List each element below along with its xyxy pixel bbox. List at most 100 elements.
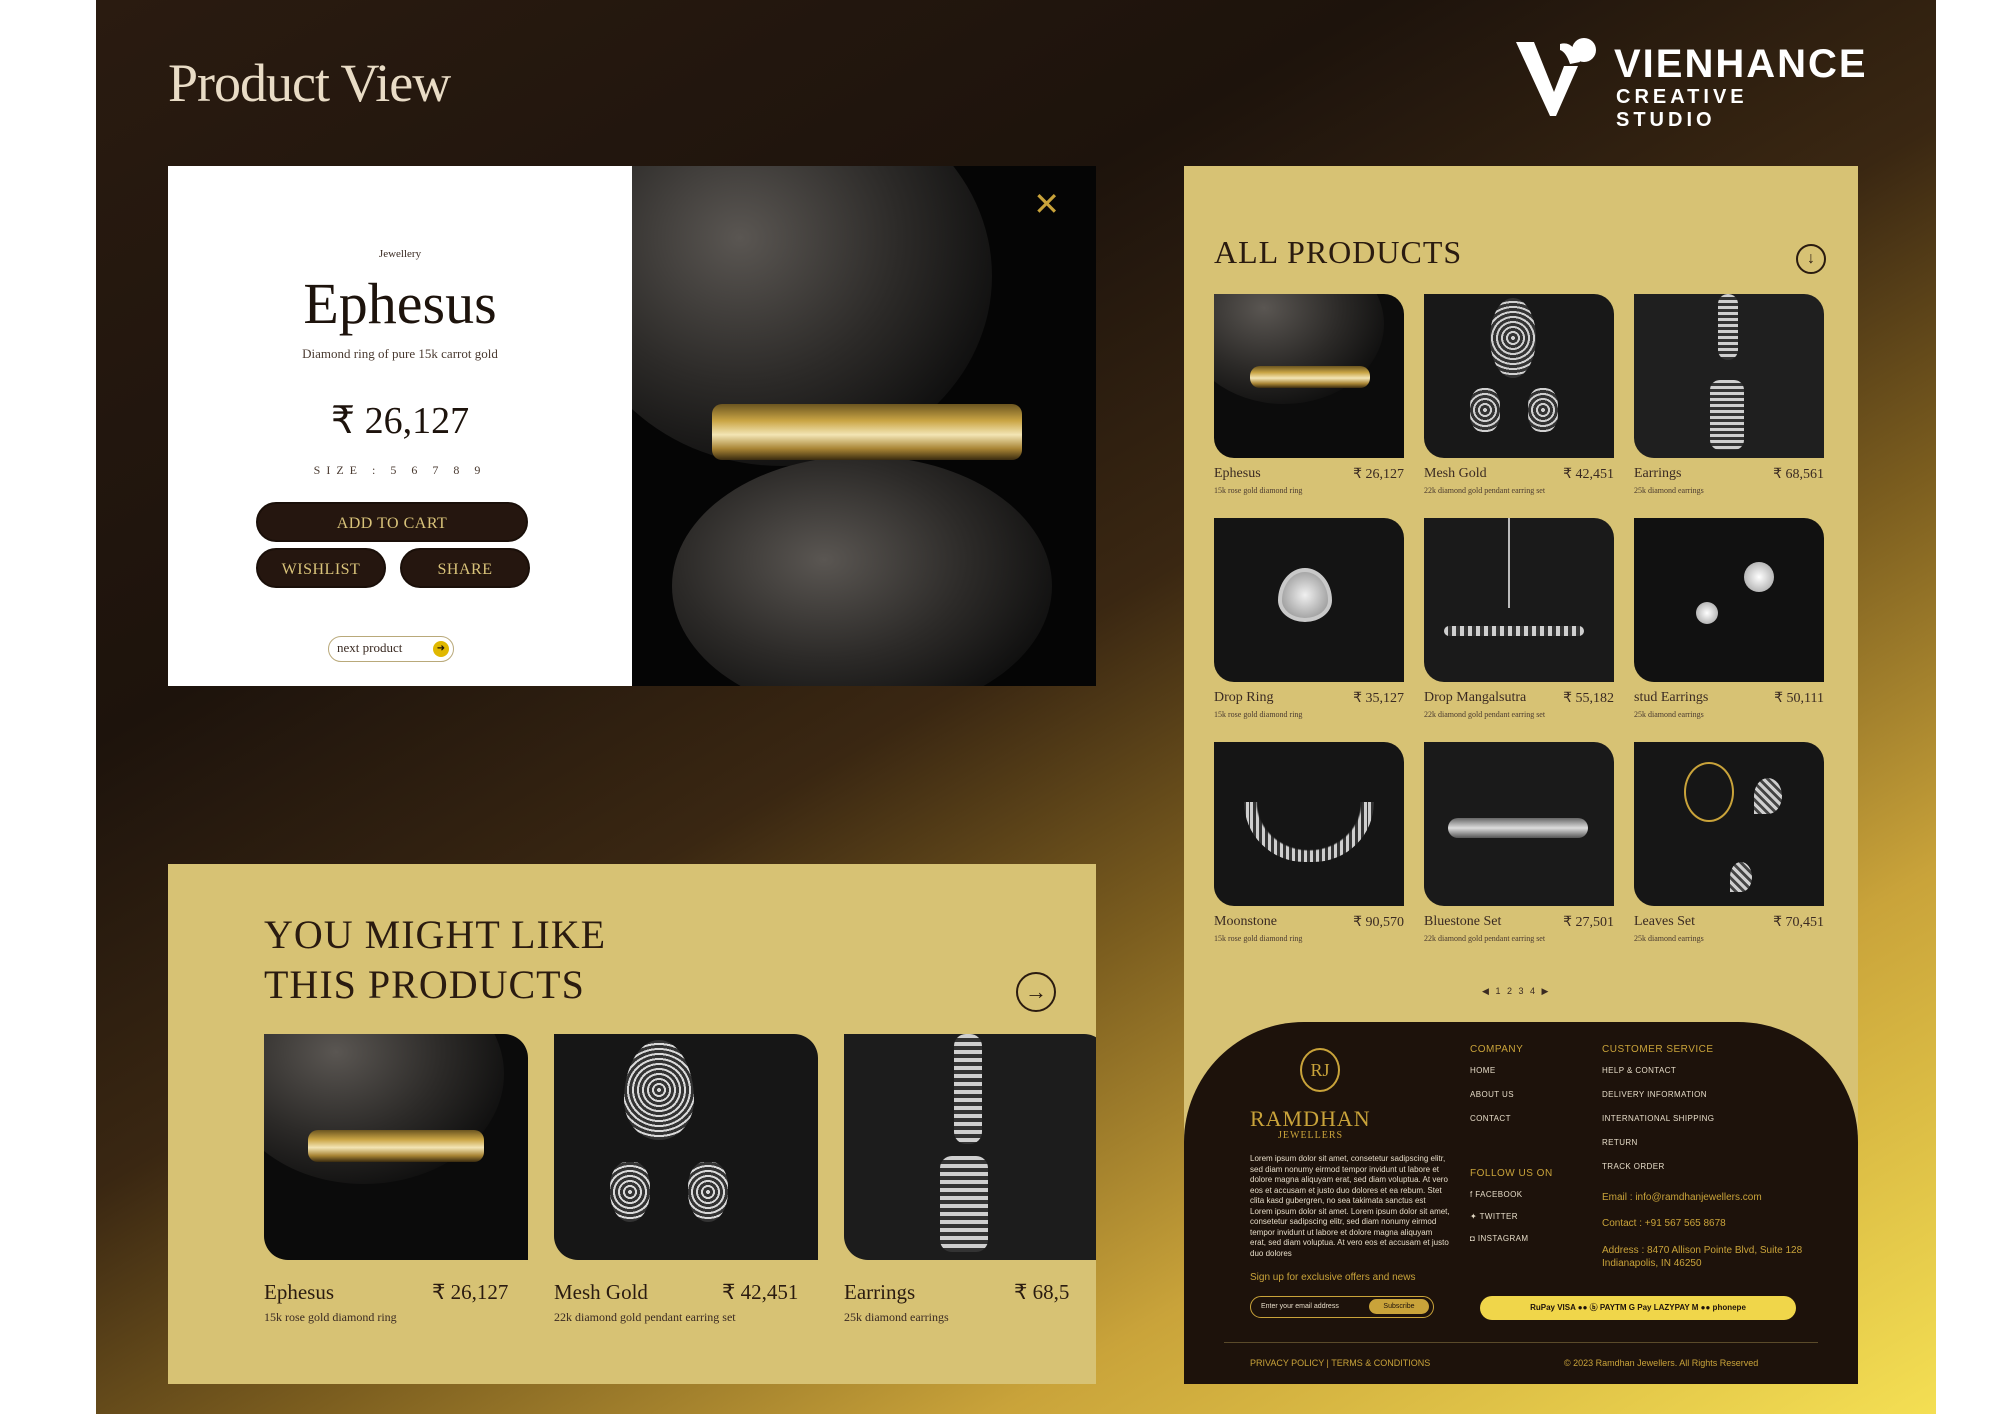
all-products-title: ALL PRODUCTS (1214, 234, 1463, 270)
recommendations-title: YOU MIGHT LIKE THIS PRODUCTS (264, 910, 606, 1010)
footer-link[interactable]: CONTACT (1470, 1114, 1511, 1123)
product-tile[interactable] (1424, 294, 1614, 458)
product-tile[interactable] (1214, 294, 1404, 458)
product-description: 15k rose gold diamond ring (1214, 934, 1303, 943)
product-price: ₹ 70,451 (1773, 915, 1824, 930)
footer-link[interactable]: DELIVERY INFORMATION (1602, 1090, 1707, 1099)
product-price: ₹ 68,561 (1773, 467, 1824, 482)
footer-link[interactable]: TRACK ORDER (1602, 1162, 1665, 1171)
product-price: ₹ 26,127 (330, 400, 470, 442)
title-line: THIS PRODUCTS (264, 962, 585, 1007)
size-option[interactable]: 9 (474, 463, 486, 477)
chevron-left-icon[interactable]: ◀ (1482, 986, 1491, 996)
product-description: 25k diamond earrings (1634, 934, 1704, 943)
instagram-label: INSTAGRAM (1477, 1234, 1529, 1243)
product-image[interactable] (844, 1034, 1096, 1260)
logo-subtitle: CREATIVE STUDIO (1616, 86, 1748, 131)
instagram-link[interactable]: ◘ INSTAGRAM (1470, 1234, 1528, 1243)
product-name: Ephesus (303, 271, 497, 336)
wishlist-button[interactable]: WISHLIST (256, 548, 386, 588)
size-option[interactable]: 5 (390, 463, 402, 477)
product-price: ₹ 55,182 (1563, 691, 1614, 706)
product-price: ₹ 42,451 (722, 1280, 799, 1304)
product-name: Ephesus (264, 1280, 334, 1304)
facebook-label: FACEBOOK (1475, 1190, 1523, 1199)
product-name: Bluestone Set (1424, 914, 1502, 929)
arrow-right-icon[interactable]: → (1016, 972, 1056, 1012)
product-name: stud Earrings (1634, 690, 1709, 705)
brand-about-text: Lorem ipsum dolor sit amet, consetetur s… (1250, 1154, 1450, 1258)
product-tile[interactable] (1214, 518, 1404, 682)
policy-links[interactable]: PRIVACY POLICY | TERMS & CONDITIONS (1250, 1358, 1430, 1368)
pagination[interactable]: ◀ 1 2 3 4 ▶ (1482, 986, 1550, 997)
product-tile[interactable] (1214, 742, 1404, 906)
twitter-label: TWITTER (1479, 1212, 1518, 1221)
product-price: ₹ 50,111 (1774, 691, 1824, 706)
email-input[interactable]: Enter your email address Subscribe (1250, 1296, 1434, 1318)
instagram-icon: ◘ (1470, 1234, 1478, 1243)
page-title: Product View (168, 53, 451, 113)
product-description: 22k diamond gold pendant earring set (1424, 710, 1546, 719)
product-name: Earrings (844, 1280, 916, 1304)
product-price: ₹ 26,127 (1353, 467, 1404, 482)
product-name: Drop Ring (1214, 690, 1274, 705)
footer-link[interactable]: INTERNATIONAL SHIPPING (1602, 1114, 1714, 1123)
product-price: ₹ 26,127 (432, 1280, 509, 1304)
site-footer: RJ RAMDHAN JEWELLERS Lorem ipsum dolor s… (1184, 1022, 1858, 1384)
size-option[interactable]: 8 (453, 463, 465, 477)
twitter-icon: ✦ (1470, 1212, 1480, 1221)
product-image[interactable] (554, 1034, 818, 1260)
product-tile[interactable] (1634, 294, 1824, 458)
product-price: ₹ 90,570 (1353, 915, 1404, 930)
copyright: © 2023 Ramdhan Jewellers. All Rights Res… (1564, 1358, 1759, 1368)
subscribe-button[interactable]: Subscribe (1369, 1299, 1429, 1314)
twitter-link[interactable]: ✦ TWITTER (1470, 1212, 1518, 1221)
page-numbers[interactable]: 1 2 3 4 (1495, 986, 1537, 996)
close-icon[interactable]: ✕ (1033, 188, 1060, 220)
recommendations-section: YOU MIGHT LIKE THIS PRODUCTS → Ephesus ₹… (168, 864, 1096, 1384)
diamond-ring (712, 404, 1022, 460)
product-description: 22k diamond gold pendant earring set (1424, 486, 1546, 495)
contact-address: Address : 8470 Allison Pointe Blvd, Suit… (1602, 1245, 1803, 1269)
product-description: 25k diamond earrings (844, 1310, 949, 1324)
product-description: 15k rose gold diamond ring (1214, 710, 1303, 719)
product-description: 15k rose gold diamond ring (1214, 486, 1303, 495)
next-product-label: next product (337, 640, 403, 655)
product-image: ✕ (632, 166, 1096, 686)
company-heading: COMPANY (1470, 1044, 1524, 1055)
facebook-link[interactable]: f FACEBOOK (1470, 1190, 1522, 1199)
next-product-button[interactable]: next product ➜ (328, 636, 454, 662)
contact-phone: Contact : +91 567 565 8678 (1602, 1218, 1726, 1229)
product-description: Diamond ring of pure 15k carrot gold (302, 346, 498, 361)
chevron-right-icon[interactable]: ▶ (1541, 986, 1550, 996)
size-label: SIZE : (313, 463, 382, 477)
size-option[interactable]: 6 (411, 463, 423, 477)
product-detail-card: Jewellery Ephesus Diamond ring of pure 1… (168, 166, 1096, 686)
footer-link[interactable]: ABOUT US (1470, 1090, 1514, 1099)
all-products-page: ALL PRODUCTS ↓ Ephesus ₹ 26,127 15k rose… (1184, 166, 1858, 1384)
arrow-right-icon: ➜ (433, 641, 449, 657)
product-tile[interactable] (1634, 518, 1824, 682)
logo-name: VIENHANCE (1614, 42, 1868, 86)
email-placeholder: Enter your email address (1261, 1303, 1339, 1310)
add-to-cart-button[interactable]: ADD TO CART (256, 502, 528, 542)
product-name: Mesh Gold (1424, 466, 1487, 481)
product-tile[interactable] (1634, 742, 1824, 906)
product-description: 15k rose gold diamond ring (264, 1310, 397, 1324)
product-tile[interactable] (1424, 742, 1614, 906)
title-line: YOU MIGHT LIKE (264, 912, 607, 957)
brand-name: RAMDHAN (1250, 1106, 1371, 1131)
product-price: ₹ 42,451 (1563, 467, 1614, 482)
product-image[interactable] (264, 1034, 528, 1260)
size-option[interactable]: 7 (432, 463, 444, 477)
studio-logo: VIENHANCE CREATIVE STUDIO (1514, 36, 1866, 131)
arrow-down-icon[interactable]: ↓ (1796, 244, 1826, 274)
share-button[interactable]: SHARE (400, 548, 530, 588)
footer-link[interactable]: HELP & CONTACT (1602, 1066, 1676, 1075)
footer-divider (1224, 1342, 1818, 1343)
footer-link[interactable]: HOME (1470, 1066, 1496, 1075)
product-info-panel: Jewellery Ephesus Diamond ring of pure 1… (168, 166, 632, 686)
product-description: 22k diamond gold pendant earring set (1424, 934, 1546, 943)
footer-link[interactable]: RETURN (1602, 1138, 1638, 1147)
product-tile[interactable] (1424, 518, 1614, 682)
